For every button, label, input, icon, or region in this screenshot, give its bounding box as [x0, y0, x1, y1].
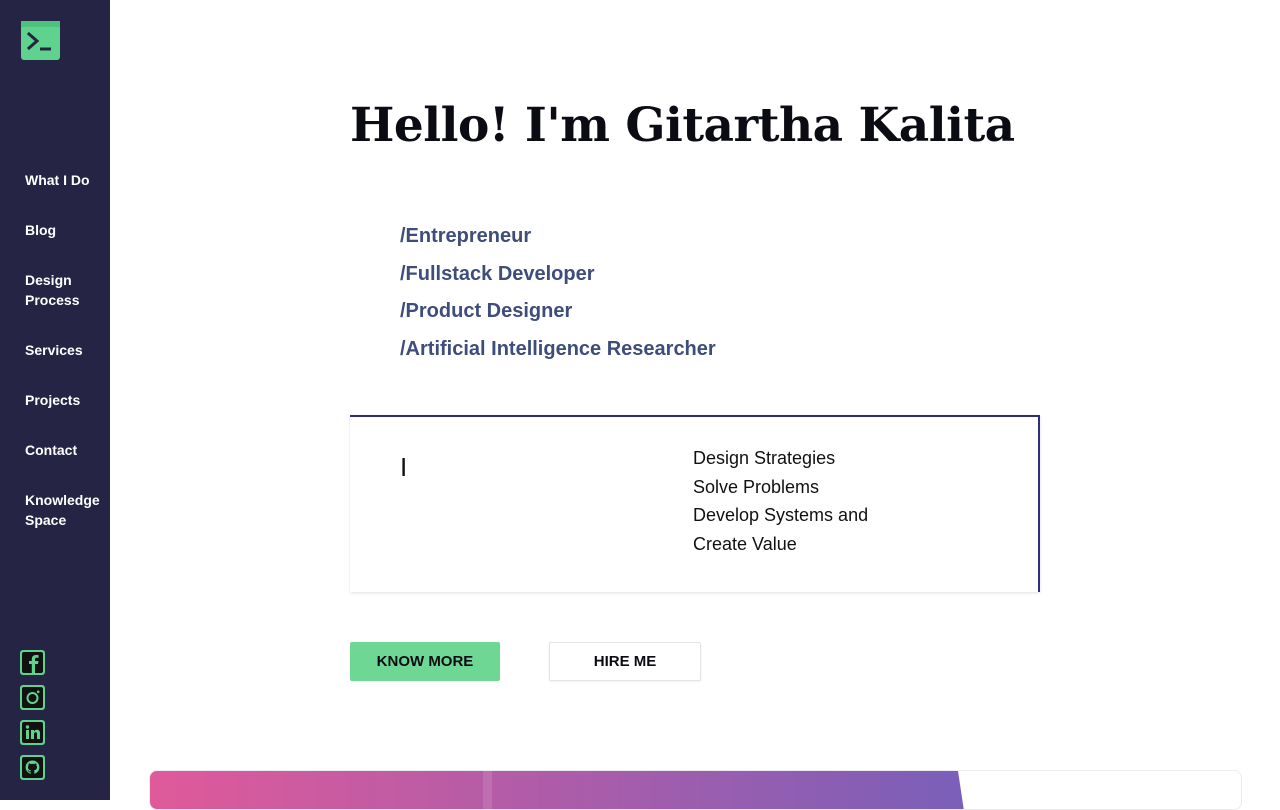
what-i-do-card: I Design Strategies Solve Problems Devel…	[350, 415, 1040, 592]
nav-item-blog[interactable]: Blog	[25, 220, 105, 240]
banner-image	[149, 770, 1242, 810]
role-item: /Artificial Intelligence Researcher	[400, 337, 716, 360]
nav-item-design-process[interactable]: Design Process	[25, 270, 105, 310]
know-more-button[interactable]: KNOW MORE	[350, 642, 500, 681]
nav-item-projects[interactable]: Projects	[25, 390, 105, 410]
role-item: /Entrepreneur	[400, 225, 532, 247]
linkedin-icon[interactable]	[20, 720, 45, 745]
nav-item-what-i-do[interactable]: What I Do	[25, 170, 105, 190]
role-item: /Fullstack Developer	[400, 262, 595, 285]
instagram-icon[interactable]	[20, 685, 45, 710]
card-list-item: Solve Problems	[693, 476, 820, 497]
nav-item-contact[interactable]: Contact	[25, 440, 105, 460]
github-icon[interactable]	[20, 755, 45, 780]
hire-me-button[interactable]: HIRE ME	[549, 642, 701, 681]
card-list: Design Strategies Solve Problems Develop…	[693, 444, 868, 558]
facebook-icon[interactable]	[20, 650, 45, 675]
card-list-item: Create Value	[693, 533, 797, 554]
roles-list: /Entrepreneur /Fullstack Developer /Prod…	[400, 218, 716, 368]
role-item: /Product Designer	[400, 300, 573, 322]
card-prefix: I	[400, 452, 408, 482]
terminal-icon[interactable]	[21, 21, 60, 60]
card-list-item: Design Strategies	[693, 448, 836, 468]
sidebar: What I Do Blog Design Process Services P…	[0, 0, 110, 800]
nav-item-services[interactable]: Services	[25, 340, 105, 360]
card-list-item: Develop Systems and	[693, 505, 869, 526]
hero-title: Hello! I'm Gitartha Kalita	[350, 98, 1015, 153]
nav-item-knowledge-space[interactable]: Knowledge Space	[25, 490, 105, 530]
